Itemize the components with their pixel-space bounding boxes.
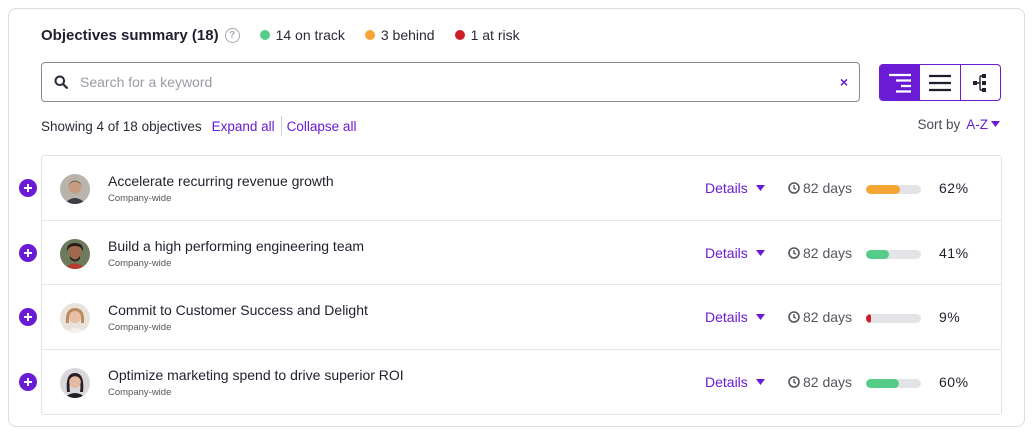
time-remaining: 82 days xyxy=(788,245,852,261)
caret-down-icon xyxy=(755,185,765,191)
objective-scope: Company-wide xyxy=(108,386,172,398)
details-dropdown[interactable]: Details xyxy=(705,374,765,390)
hierarchy-view-button[interactable] xyxy=(961,65,1000,100)
on-track-dot-icon xyxy=(259,30,270,40)
showing-count: Showing 4 of 18 objectives xyxy=(41,118,202,134)
sort-value[interactable]: A-Z xyxy=(966,117,988,132)
link-divider xyxy=(280,116,282,136)
caret-down-icon xyxy=(755,314,765,320)
objective-row[interactable]: Commit to Customer Success and Delight C… xyxy=(19,285,1001,350)
details-dropdown[interactable]: Details xyxy=(705,309,765,325)
details-label: Details xyxy=(705,373,748,390)
progress-bar xyxy=(866,249,921,259)
time-remaining: 82 days xyxy=(788,180,852,196)
progress-fill xyxy=(866,314,871,323)
avatar xyxy=(60,303,90,333)
collapse-all-link[interactable]: Collapse all xyxy=(287,119,357,134)
tree-view-button[interactable] xyxy=(880,65,921,100)
objective-scope: Company-wide xyxy=(108,193,172,204)
expand-row-button[interactable] xyxy=(19,372,37,391)
behind-dot-icon xyxy=(364,30,375,40)
details-dropdown[interactable]: Details xyxy=(705,180,765,196)
search-icon xyxy=(54,75,68,89)
status-on-track: 14 on track xyxy=(259,27,345,43)
showing-bar: Showing 4 of 18 objectives Expand all Co… xyxy=(41,116,357,136)
time-remaining: 82 days xyxy=(788,309,852,325)
objectives-summary-card: Objectives summary (18) ? 14 on track 3 … xyxy=(8,8,1025,427)
help-icon[interactable]: ? xyxy=(224,27,240,43)
summary-title: Objectives summary (18) xyxy=(41,26,219,44)
tree-view-icon xyxy=(888,73,911,93)
status-behind: 3 behind xyxy=(364,27,435,43)
hierarchy-view-icon xyxy=(973,73,987,92)
search-box: × xyxy=(41,62,860,102)
clock-icon xyxy=(788,311,800,323)
objective-title[interactable]: Commit to Customer Success and Delight xyxy=(108,302,368,318)
days-label: 82 days xyxy=(803,309,853,325)
status-at-risk-label: 1 at risk xyxy=(470,27,520,43)
avatar xyxy=(60,174,90,204)
progress-fill xyxy=(866,378,899,388)
expand-all-link[interactable]: Expand all xyxy=(212,119,275,134)
time-remaining: 82 days xyxy=(788,374,852,390)
objective-scope: Company-wide xyxy=(108,322,172,333)
objective-row[interactable]: Optimize marketing spend to drive superi… xyxy=(19,350,1001,415)
details-dropdown[interactable]: Details xyxy=(705,245,765,261)
list-view-icon xyxy=(928,74,951,91)
caret-down-icon xyxy=(755,249,765,256)
details-label: Details xyxy=(705,180,748,196)
clock-icon xyxy=(788,182,800,194)
clear-search-icon[interactable]: × xyxy=(829,74,859,90)
progress-percent: 60% xyxy=(939,373,969,390)
avatar xyxy=(60,367,90,398)
objective-title[interactable]: Optimize marketing spend to drive superi… xyxy=(108,367,404,383)
progress-bar xyxy=(866,378,921,388)
status-behind-label: 3 behind xyxy=(380,27,435,43)
list-view-button[interactable] xyxy=(920,65,961,100)
expand-row-button[interactable] xyxy=(19,179,37,197)
search-input[interactable] xyxy=(80,74,829,90)
objective-scope: Company-wide xyxy=(108,257,172,269)
objective-title[interactable]: Accelerate recurring revenue growth xyxy=(108,173,334,189)
caret-down-icon xyxy=(991,121,1000,127)
objectives-list: Accelerate recurring revenue growth Comp… xyxy=(19,155,1002,415)
progress-percent: 41% xyxy=(939,244,969,261)
sort-control[interactable]: Sort by A-Z xyxy=(917,115,1000,133)
days-label: 82 days xyxy=(803,180,853,196)
clock-icon xyxy=(788,246,800,259)
at-risk-dot-icon xyxy=(454,30,465,40)
status-at-risk: 1 at risk xyxy=(454,27,520,43)
objective-row[interactable]: Build a high performing engineering team… xyxy=(19,221,1001,285)
summary-header: Objectives summary (18) ? 14 on track 3 … xyxy=(41,25,520,45)
days-label: 82 days xyxy=(803,373,853,390)
avatar xyxy=(60,238,90,269)
progress-bar xyxy=(866,185,921,194)
progress-fill xyxy=(866,249,889,259)
status-on-track-label: 14 on track xyxy=(275,27,345,43)
progress-percent: 9% xyxy=(939,309,961,325)
plus-icon xyxy=(24,184,32,192)
plus-icon xyxy=(24,377,32,386)
details-label: Details xyxy=(705,244,748,261)
plus-icon xyxy=(24,313,32,321)
days-label: 82 days xyxy=(803,244,853,261)
expand-row-button[interactable] xyxy=(19,308,37,326)
caret-down-icon xyxy=(755,378,765,385)
progress-percent: 62% xyxy=(939,180,969,196)
details-label: Details xyxy=(705,309,748,325)
plus-icon xyxy=(24,248,32,257)
objective-row[interactable]: Accelerate recurring revenue growth Comp… xyxy=(19,156,1001,221)
progress-bar xyxy=(866,314,921,323)
sort-label: Sort by xyxy=(917,116,961,132)
progress-fill xyxy=(866,185,901,194)
objective-title[interactable]: Build a high performing engineering team xyxy=(108,238,364,254)
clock-icon xyxy=(788,375,800,388)
view-toggle-group xyxy=(879,64,1001,101)
expand-row-button[interactable] xyxy=(19,243,37,262)
